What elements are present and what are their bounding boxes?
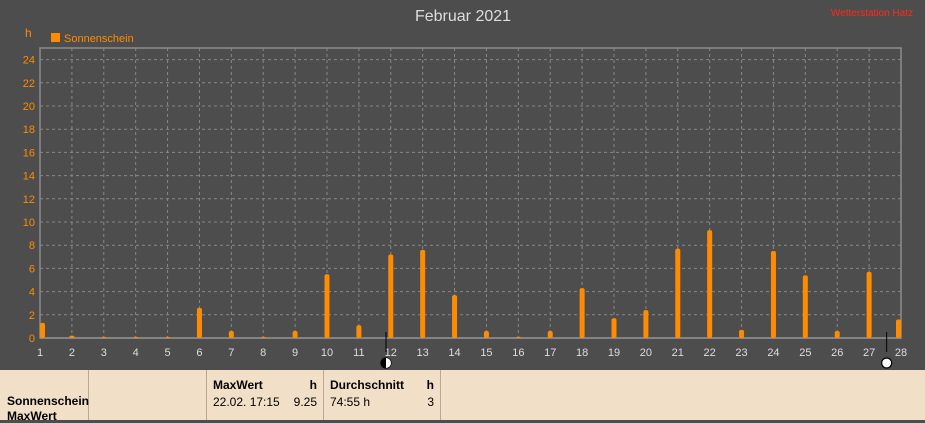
y-tick-label: 8 bbox=[29, 240, 35, 252]
y-tick-label: 22 bbox=[23, 78, 35, 90]
summary-empty-column bbox=[89, 370, 207, 420]
x-tick-label: 22 bbox=[704, 347, 716, 359]
y-tick-label: 0 bbox=[29, 333, 35, 345]
x-tick-label: 17 bbox=[544, 347, 556, 359]
max-timestamp: 22.02. 17:15 bbox=[213, 395, 280, 409]
x-tick-label: 21 bbox=[672, 347, 684, 359]
sunshine-bar bbox=[292, 331, 298, 338]
sunshine-bar bbox=[40, 322, 45, 338]
x-tick-label: 27 bbox=[863, 347, 875, 359]
sunshine-bar-chart: 0246810121416182022241 2 3 4 5 6 7 8 9 10 11 12 13 14… bbox=[23, 8, 913, 369]
sunshine-bar bbox=[388, 254, 394, 338]
y-tick-label: 18 bbox=[23, 124, 35, 136]
x-tick-label: 6 bbox=[196, 347, 202, 359]
summary-panel: Sonnenschein MaxWert MaxWert h 22.02. 17… bbox=[0, 370, 925, 423]
x-tick-label: 11 bbox=[353, 347, 364, 359]
sunshine-bar bbox=[483, 331, 489, 338]
sunshine-bar bbox=[165, 336, 171, 338]
x-tick-label: 8 bbox=[260, 347, 266, 359]
sunshine-bar bbox=[196, 307, 202, 338]
max-header: MaxWert bbox=[213, 378, 263, 392]
sunshine-bar bbox=[643, 310, 649, 338]
legend-swatch bbox=[51, 33, 60, 42]
sunshine-bar bbox=[260, 336, 266, 338]
sunshine-bar bbox=[547, 331, 553, 338]
y-tick-label: 6 bbox=[29, 263, 35, 275]
x-tick-label: 26 bbox=[831, 347, 843, 359]
sunshine-bar bbox=[834, 331, 840, 338]
y-tick-label: 4 bbox=[29, 287, 35, 299]
summary-max-column: MaxWert h 22.02. 17:15 9.25 bbox=[207, 370, 324, 420]
x-tick-label: 2 bbox=[69, 347, 75, 359]
sunshine-bar bbox=[611, 318, 617, 338]
x-tick-label: 23 bbox=[735, 347, 747, 359]
y-axis-unit-label: h bbox=[25, 26, 32, 40]
sunshine-bar bbox=[739, 329, 745, 338]
sunshine-bar bbox=[675, 248, 681, 338]
summary-average-column: Durchschnitt h 74:55 h 3 bbox=[324, 370, 441, 420]
sunshine-bar bbox=[324, 274, 330, 338]
chart-title: Februar 2021 bbox=[415, 8, 511, 25]
x-tick-label: 10 bbox=[321, 347, 333, 359]
sunshine-bar bbox=[770, 251, 776, 338]
sunshine-bar bbox=[69, 335, 75, 338]
x-tick-label: 20 bbox=[640, 347, 652, 359]
x-tick-label: 3 bbox=[101, 347, 107, 359]
sunshine-bar bbox=[515, 336, 521, 338]
x-tick-label: 16 bbox=[512, 347, 524, 359]
x-tick-label: 7 bbox=[228, 347, 234, 359]
average-header: Durchschnitt bbox=[330, 378, 405, 392]
max-value: 9.25 bbox=[293, 395, 317, 409]
watermark-text: Wetterstation Hatz bbox=[831, 8, 913, 19]
y-tick-label: 10 bbox=[23, 217, 35, 229]
average-total: 74:55 h bbox=[330, 395, 371, 409]
x-tick-label: 1 bbox=[37, 347, 43, 359]
summary-series-label: Sonnenschein bbox=[7, 394, 90, 408]
sunshine-bar bbox=[228, 331, 234, 338]
max-unit: h bbox=[309, 378, 317, 392]
sunshine-bar bbox=[101, 336, 107, 338]
average-value: 3 bbox=[427, 395, 434, 409]
sunshine-bar bbox=[452, 295, 458, 338]
legend-label: Sonnenschein bbox=[64, 33, 134, 45]
x-tick-label: 9 bbox=[292, 347, 298, 359]
summary-label-column: Sonnenschein MaxWert bbox=[0, 370, 90, 423]
x-tick-label: 5 bbox=[164, 347, 170, 359]
sunshine-bar bbox=[356, 325, 362, 338]
sunshine-bar bbox=[896, 319, 901, 338]
sunshine-bar bbox=[707, 230, 713, 338]
x-tick-label: 13 bbox=[417, 347, 429, 359]
sunshine-bar bbox=[579, 288, 585, 338]
sunshine-bar bbox=[420, 249, 426, 338]
x-tick-label: 15 bbox=[480, 347, 492, 359]
y-tick-label: 24 bbox=[23, 55, 35, 67]
y-tick-label: 2 bbox=[29, 310, 35, 322]
y-tick-label: 14 bbox=[23, 171, 35, 183]
y-tick-label: 16 bbox=[23, 147, 35, 159]
full-moon-icon bbox=[881, 357, 893, 369]
y-tick-label: 12 bbox=[23, 194, 35, 206]
summary-filler-column bbox=[441, 370, 925, 420]
sunshine-bar bbox=[866, 271, 872, 338]
x-tick-label: 18 bbox=[576, 347, 588, 359]
x-tick-label: 19 bbox=[608, 347, 620, 359]
x-tick-label: 4 bbox=[133, 347, 139, 359]
sunshine-bar bbox=[133, 336, 139, 338]
average-unit: h bbox=[426, 378, 434, 392]
x-tick-label: 25 bbox=[799, 347, 811, 359]
summary-series-label-secondary: MaxWert bbox=[7, 409, 57, 423]
sunshine-bar bbox=[802, 275, 808, 338]
x-tick-label: 14 bbox=[448, 347, 460, 359]
x-tick-label: 24 bbox=[767, 347, 779, 359]
x-tick-label: 28 bbox=[895, 347, 907, 359]
y-tick-label: 20 bbox=[23, 101, 35, 113]
